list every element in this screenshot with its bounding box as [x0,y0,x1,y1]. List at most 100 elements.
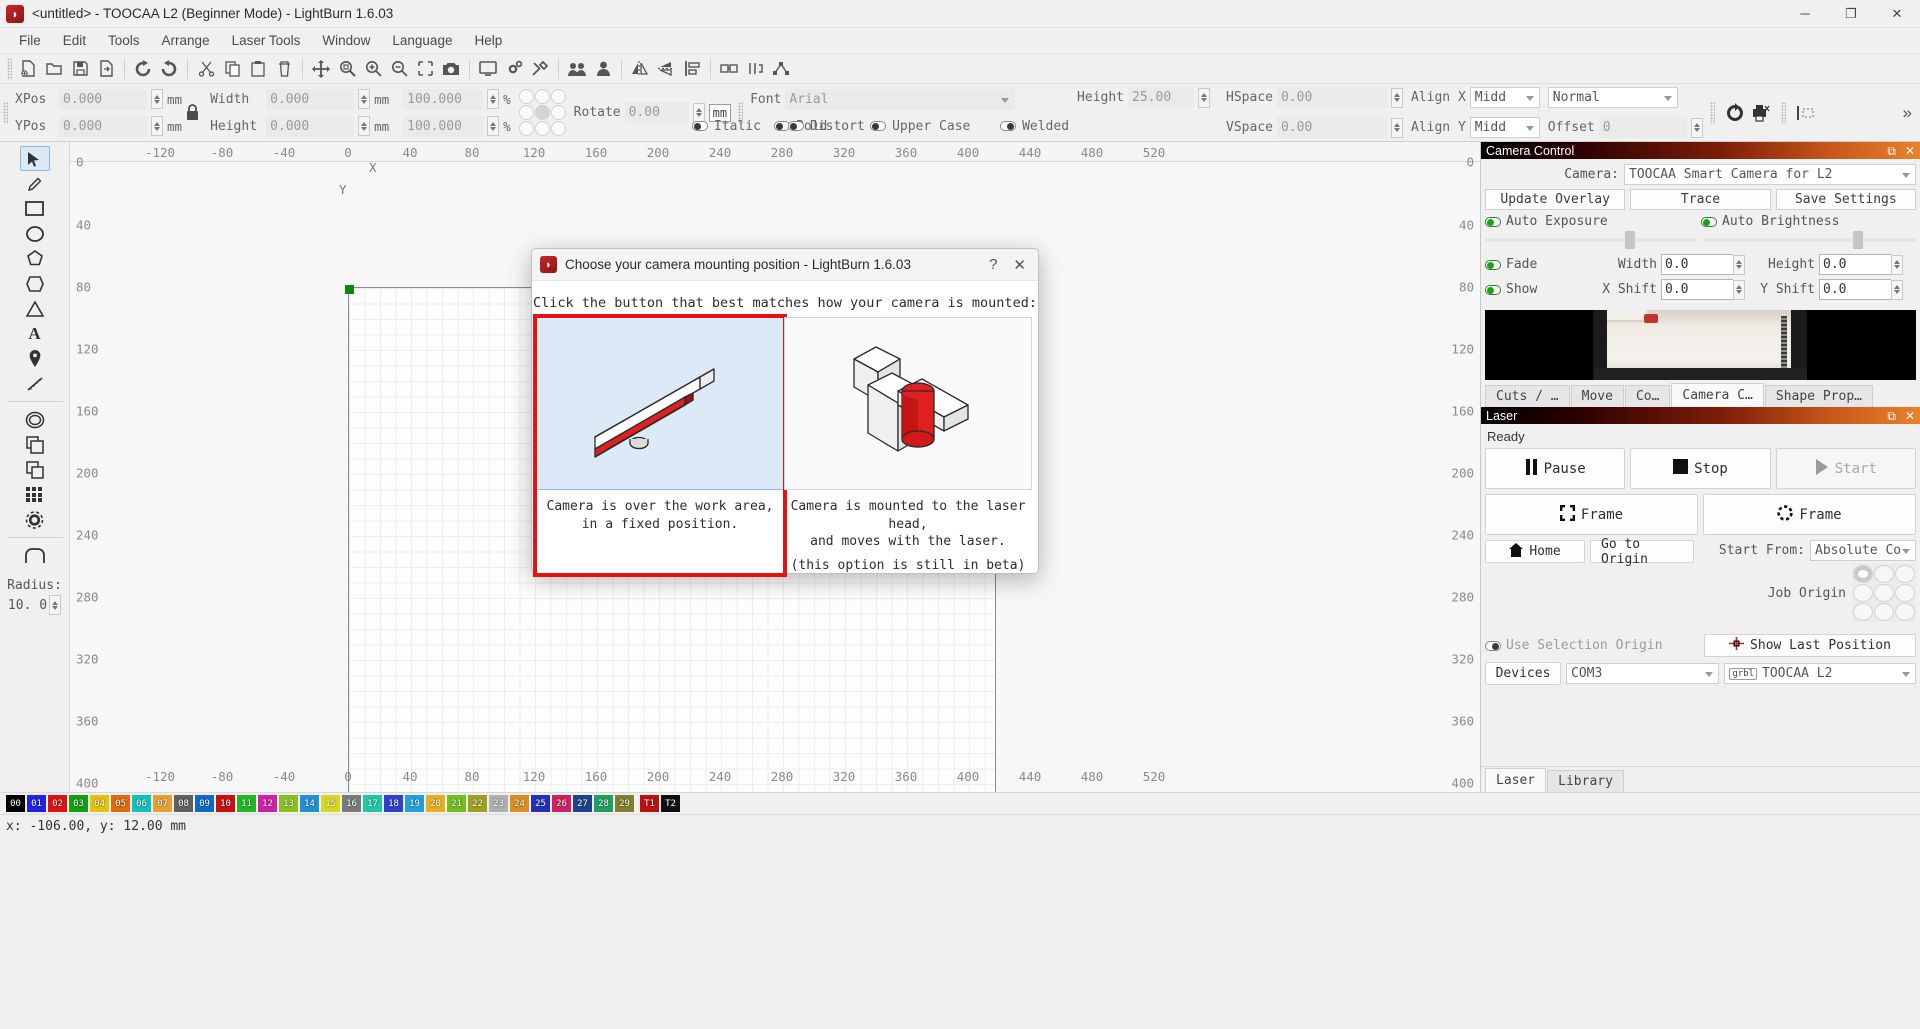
lock-icon[interactable] [182,99,202,127]
home-button[interactable]: Home [1485,540,1585,563]
y-shift-input[interactable]: 0.0 [1819,279,1891,300]
xpos-input[interactable]: 0.000 [59,88,147,110]
weld-icon[interactable] [716,56,742,82]
overlay-width-input[interactable]: 0.0 [1661,254,1733,275]
palette-swatch[interactable]: 27 [573,795,592,812]
font-select[interactable]: Arial [785,88,1016,110]
brightness-slider[interactable] [1704,231,1917,249]
exposure-slider[interactable] [1485,231,1697,249]
camera-close-icon[interactable]: ✕ [1905,145,1915,157]
maximize-button[interactable]: ❐ [1828,0,1874,28]
zoom-selection-icon[interactable] [412,56,438,82]
palette-swatch[interactable]: 13 [279,795,298,812]
job-origin-mc[interactable] [1874,584,1894,602]
align-icon[interactable] [679,56,705,82]
text-tool[interactable]: A [20,321,50,346]
zoom-in-icon[interactable] [360,56,386,82]
menu-tools[interactable]: Tools [97,30,151,51]
go-to-origin-button[interactable]: Go to Origin [1590,537,1694,567]
new-file-icon[interactable] [15,56,41,82]
menu-file[interactable]: File [8,30,52,51]
pen-tool[interactable] [20,171,50,196]
zoom-fit-icon[interactable] [334,56,360,82]
polygon-tool[interactable] [20,246,50,271]
save-file-icon[interactable] [67,56,93,82]
bottom-tab-laser[interactable]: Laser [1485,768,1547,792]
palette-swatch[interactable]: 02 [48,795,67,812]
device-select[interactable]: grbl TOOCAA L2 [1724,663,1916,684]
palette-swatch[interactable]: 20 [426,795,445,812]
anchor-br[interactable] [550,121,566,136]
tab-shape-properties[interactable]: Shape Prop… [1764,385,1873,407]
palette-swatch[interactable]: 22 [468,795,487,812]
palette-swatch[interactable]: 14 [300,795,319,812]
dock-layout-icon[interactable] [1793,100,1819,126]
measure-tool[interactable] [20,371,50,396]
palette-swatch[interactable]: 24 [510,795,529,812]
width-input[interactable]: 0.000 [266,88,355,110]
job-origin-ml[interactable] [1853,584,1873,602]
redo-icon[interactable] [156,56,182,82]
vspace-stepper[interactable] [1390,117,1403,138]
palette-swatch[interactable]: 03 [69,795,88,812]
show-toggle[interactable] [1485,284,1501,295]
laser-head-option[interactable]: Camera is mounted to the laser head, and… [784,317,1032,574]
dialog-help-button[interactable]: ? [989,256,997,273]
overlay-height-input[interactable]: 0.0 [1819,254,1891,275]
anchor-tl[interactable] [518,89,534,104]
menu-window[interactable]: Window [311,30,381,51]
device-settings-icon[interactable] [527,56,553,82]
camera-select[interactable]: TOOCAA Smart Camera for L2 [1624,164,1916,185]
height-percent-stepper[interactable] [487,116,500,136]
cut-icon[interactable] [193,56,219,82]
anchor-mr[interactable] [550,105,566,120]
palette-swatch[interactable]: 29 [615,795,634,812]
propbar-grip[interactable] [3,102,8,124]
trace-button[interactable]: Trace [1630,189,1771,210]
x-shift-stepper[interactable] [1733,279,1745,300]
select-tool[interactable] [19,146,50,171]
palette-swatch[interactable]: 05 [111,795,130,812]
palette-swatch[interactable]: 18 [384,795,403,812]
radius-value[interactable]: 10. 0 [8,598,47,613]
text-height-input[interactable]: 25.00 [1128,87,1195,108]
toolbar-grip[interactable] [7,57,12,80]
radius-stepper[interactable] [49,595,62,615]
pin-tool[interactable] [20,346,50,371]
anchor-tc[interactable] [534,89,550,104]
copy-along-path-tool[interactable] [20,432,50,457]
print-cut-icon[interactable] [1748,100,1774,126]
triangle-tool[interactable] [20,296,50,321]
anchor-bc[interactable] [534,121,550,136]
anchor-bl[interactable] [518,121,534,136]
convert-to-path-icon[interactable] [1722,100,1748,126]
stop-button[interactable]: Stop [1630,448,1771,489]
anchor-tr[interactable] [550,89,566,104]
palette-swatch[interactable]: 06 [132,795,151,812]
paste-icon[interactable] [245,56,271,82]
palette-swatch[interactable]: 28 [594,795,613,812]
copy-icon[interactable] [219,56,245,82]
palette-swatch-tool[interactable]: T2 [661,795,680,812]
delete-icon[interactable] [271,56,297,82]
auto-brightness-toggle[interactable] [1701,216,1717,227]
zoom-out-icon[interactable] [386,56,412,82]
width-stepper[interactable] [358,89,371,109]
palette-swatch[interactable]: 25 [531,795,550,812]
palette-swatch[interactable]: 19 [405,795,424,812]
camera-icon[interactable] [438,56,464,82]
height-input[interactable]: 0.000 [266,115,355,137]
palette-swatch[interactable]: 17 [363,795,382,812]
show-last-position-button[interactable]: Show Last Position [1704,634,1916,657]
palette-swatch[interactable]: 10 [216,795,235,812]
align-x-select[interactable]: Midd [1469,87,1540,108]
palette-swatch[interactable]: 12 [258,795,277,812]
minimize-button[interactable]: ─ [1782,0,1828,28]
height-stepper[interactable] [358,116,371,136]
boolean-icon[interactable] [742,56,768,82]
camera-undock-icon[interactable]: ⧉ [1887,145,1896,157]
palette-swatch[interactable]: 16 [342,795,361,812]
palette-swatch[interactable]: 07 [153,795,172,812]
node-edit-icon[interactable] [768,56,794,82]
anchor-mc[interactable] [534,105,550,120]
